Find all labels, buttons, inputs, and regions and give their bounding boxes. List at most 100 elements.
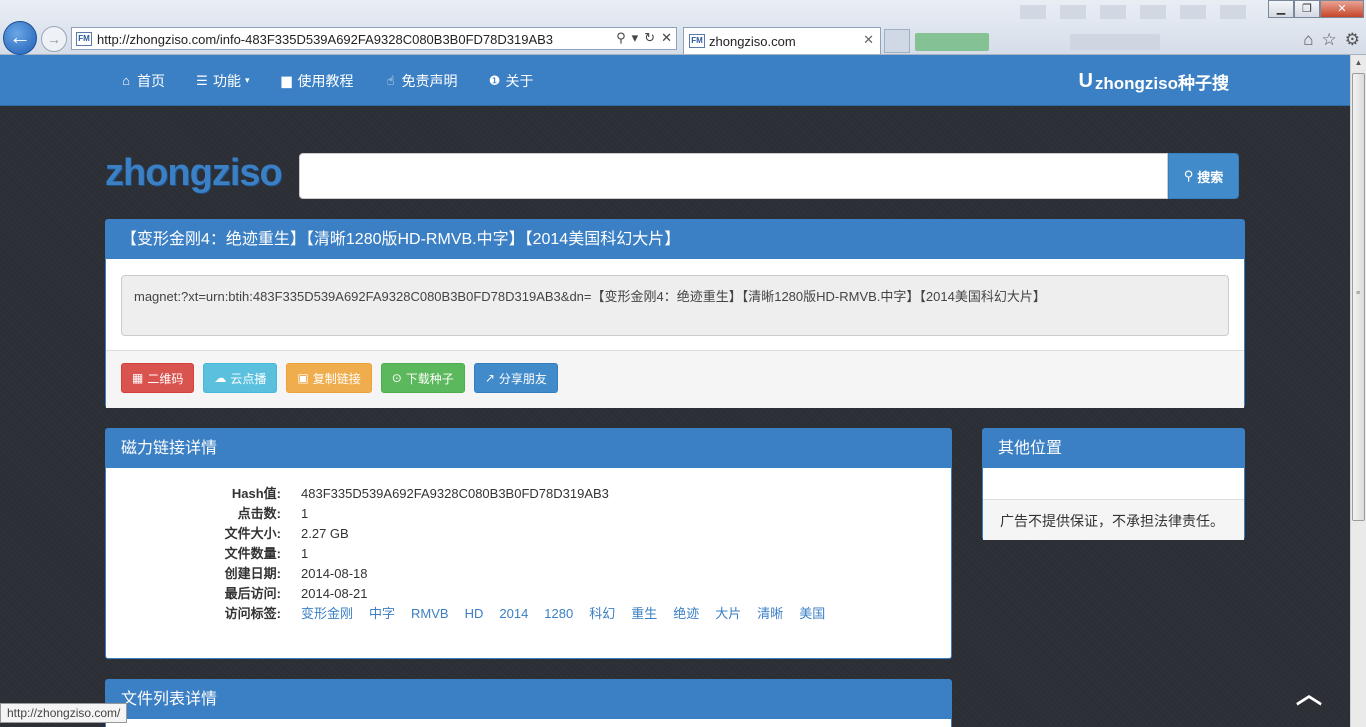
tag-link[interactable]: 重生 bbox=[631, 604, 657, 624]
detail-value: 1 bbox=[301, 506, 309, 521]
dropdown-icon[interactable]: ▾ bbox=[632, 30, 639, 46]
search-input[interactable] bbox=[299, 153, 1168, 199]
detail-label: 创建日期: bbox=[224, 566, 281, 581]
download-torrent-button[interactable]: ⊙ 下载种子 bbox=[380, 363, 465, 393]
other-location-heading: 其他位置 bbox=[983, 429, 1244, 468]
close-window-button[interactable]: ✕ bbox=[1320, 0, 1364, 18]
nav-item-label: 功能 bbox=[213, 72, 241, 89]
home-page-icon[interactable]: ⌂ bbox=[1303, 30, 1313, 50]
tag-link[interactable]: 中字 bbox=[369, 604, 395, 624]
favorites-star-icon[interactable]: ☆ bbox=[1322, 30, 1337, 50]
page-scrollbar[interactable]: ▲ ≡ bbox=[1350, 55, 1366, 727]
address-bar[interactable]: FM http://zhongziso.com/info-483F335D539… bbox=[71, 27, 677, 50]
browser-menu-bar bbox=[1020, 5, 1260, 19]
nav-item-tutorial[interactable]: ▆ 使用教程 bbox=[280, 71, 354, 91]
nav-item-home[interactable]: ⌂ 首页 bbox=[119, 71, 165, 91]
tag-list: 变形金刚 中字 RMVB HD 2014 1280 科幻 重生 绝迹 大片 清晰… bbox=[281, 604, 825, 624]
detail-row-tags: 访问标签: 变形金刚 中字 RMVB HD 2014 1280 科幻 重生 绝迹… bbox=[106, 604, 951, 624]
button-label: 复制链接 bbox=[312, 371, 361, 386]
tag-link[interactable]: 1280 bbox=[544, 604, 573, 624]
browser-chrome: ▁ ❐ ✕ ← → FM http://zhongziso.com/info-4… bbox=[0, 0, 1366, 55]
maximize-button[interactable]: ❐ bbox=[1294, 0, 1320, 18]
tab-favicon-icon: FM bbox=[689, 34, 705, 48]
nav-item-disclaimer[interactable]: ☝ 免责声明 bbox=[384, 71, 458, 91]
button-label: 云点播 bbox=[230, 371, 267, 386]
menu-icon: ☰ bbox=[196, 72, 208, 88]
nav-item-label: 关于 bbox=[505, 72, 534, 89]
refresh-icon[interactable]: ↻ bbox=[644, 30, 655, 46]
address-tools: ⚲ ▾ ↻ ✕ bbox=[616, 30, 672, 46]
minimize-button[interactable]: ▁ bbox=[1268, 0, 1294, 18]
ad-notice: 广告不提供保证，不承担法律责任。 bbox=[983, 499, 1244, 540]
magnet-link-field[interactable]: magnet:?xt=urn:btih:483F335D539A692FA932… bbox=[121, 275, 1229, 336]
forward-button[interactable]: → bbox=[41, 26, 67, 52]
cloud-icon: ☁ bbox=[214, 371, 227, 385]
file-list-panel: 文件列表详情 bbox=[105, 679, 952, 727]
nav-item-about[interactable]: ❶ 关于 bbox=[488, 71, 534, 91]
tag-link[interactable]: 大片 bbox=[715, 604, 741, 624]
details-heading: 磁力链接详情 bbox=[106, 429, 951, 468]
qr-code-button[interactable]: ▦ 二维码 bbox=[121, 363, 195, 393]
extension-toolbar[interactable] bbox=[1070, 34, 1160, 50]
site-logo[interactable]: zhongziso bbox=[105, 152, 283, 195]
detail-row-clicks: 点击数: 1 bbox=[106, 504, 951, 524]
caret-down-icon: ▾ bbox=[245, 75, 250, 85]
book-icon: ▆ bbox=[281, 72, 292, 88]
detail-label: 文件数量: bbox=[224, 546, 281, 561]
address-text[interactable]: http://zhongziso.com/info-483F335D539A69… bbox=[97, 32, 553, 47]
share-button[interactable]: ↗ 分享朋友 bbox=[473, 363, 558, 393]
detail-row-hash: Hash值: 483F335D539A692FA9328C080B3B0FD78… bbox=[106, 484, 951, 504]
hand-icon: ☝ bbox=[386, 72, 395, 88]
tag-link[interactable]: 美国 bbox=[799, 604, 825, 624]
tag-link[interactable]: 绝迹 bbox=[673, 604, 699, 624]
copy-link-button[interactable]: ▣ 复制链接 bbox=[286, 363, 372, 393]
file-list-heading: 文件列表详情 bbox=[106, 680, 951, 719]
button-label: 下载种子 bbox=[405, 371, 454, 386]
tab-close-icon[interactable]: ✕ bbox=[863, 32, 874, 48]
button-label: 二维码 bbox=[147, 371, 184, 386]
site-brand[interactable]: U zhongziso种子搜 bbox=[1078, 69, 1229, 94]
detail-label: 点击数: bbox=[237, 506, 281, 521]
tag-link[interactable]: HD bbox=[465, 604, 484, 624]
search-button-label: 搜索 bbox=[1197, 169, 1224, 185]
window-controls: ▁ ❐ ✕ bbox=[1268, 0, 1364, 18]
detail-row-created: 创建日期: 2014-08-18 bbox=[106, 564, 951, 584]
scroll-thumb[interactable]: ≡ bbox=[1352, 73, 1365, 521]
tag-link[interactable]: 科幻 bbox=[589, 604, 615, 624]
detail-row-visited: 最后访问: 2014-08-21 bbox=[106, 584, 951, 604]
main-content: zhongziso ⚲ 搜索 【变形金刚4：绝迹重生】【清晰1280版HD-RM… bbox=[0, 106, 1350, 727]
details-panel: 磁力链接详情 Hash值: 483F335D539A692FA9328C080B… bbox=[105, 428, 952, 659]
tag-link[interactable]: 2014 bbox=[499, 604, 528, 624]
search-button[interactable]: ⚲ 搜索 bbox=[1168, 153, 1239, 199]
browser-icons: ⌂ ☆ ⚙ bbox=[1303, 30, 1360, 50]
save-icon: ▣ bbox=[297, 371, 309, 385]
torrent-title: 【变形金刚4：绝迹重生】【清晰1280版HD-RMVB.中字】【2014美国科幻… bbox=[106, 220, 1244, 259]
new-tab-button[interactable] bbox=[884, 29, 910, 53]
scroll-up-icon[interactable]: ▲ bbox=[1351, 55, 1366, 71]
tag-link[interactable]: RMVB bbox=[411, 604, 449, 624]
back-to-top-icon[interactable]: ︿ bbox=[1296, 674, 1322, 711]
tag-link[interactable]: 变形金刚 bbox=[301, 604, 353, 624]
browser-tab[interactable]: FM zhongziso.com ✕ bbox=[683, 27, 881, 54]
nav-menu: ⌂ 首页 ☰ 功能 ▾ ▆ 使用教程 ☝ 免责声明 ❶ 关于 bbox=[119, 55, 534, 106]
brand-logo-icon: U bbox=[1078, 70, 1093, 92]
detail-row-size: 文件大小: 2.27 GB bbox=[106, 524, 951, 544]
detail-value: 483F335D539A692FA9328C080B3B0FD78D319AB3 bbox=[301, 486, 609, 501]
nav-item-features[interactable]: ☰ 功能 ▾ bbox=[195, 71, 250, 91]
nav-item-label: 首页 bbox=[137, 72, 165, 89]
settings-gear-icon[interactable]: ⚙ bbox=[1345, 30, 1360, 50]
detail-label: Hash值: bbox=[231, 486, 281, 501]
extension-button[interactable] bbox=[915, 33, 989, 51]
download-circle-icon: ⊙ bbox=[391, 371, 402, 385]
search-icon[interactable]: ⚲ bbox=[616, 30, 626, 46]
tag-link[interactable]: 清晰 bbox=[757, 604, 783, 624]
detail-row-count: 文件数量: 1 bbox=[106, 544, 951, 564]
stop-icon[interactable]: ✕ bbox=[661, 30, 672, 46]
nav-item-label: 免责声明 bbox=[401, 72, 458, 89]
torrent-actions: ▦ 二维码 ☁ 云点播 ▣ 复制链接 ⊙ 下载种子 ↗ 分享朋友 bbox=[106, 350, 1244, 408]
site-navbar: ⌂ 首页 ☰ 功能 ▾ ▆ 使用教程 ☝ 免责声明 ❶ 关于 U zhongzi… bbox=[0, 55, 1350, 106]
grip-icon: ≡ bbox=[1356, 290, 1361, 297]
share-icon: ↗ bbox=[484, 371, 495, 385]
back-button[interactable]: ← bbox=[3, 21, 37, 55]
cloud-play-button[interactable]: ☁ 云点播 bbox=[203, 363, 278, 393]
